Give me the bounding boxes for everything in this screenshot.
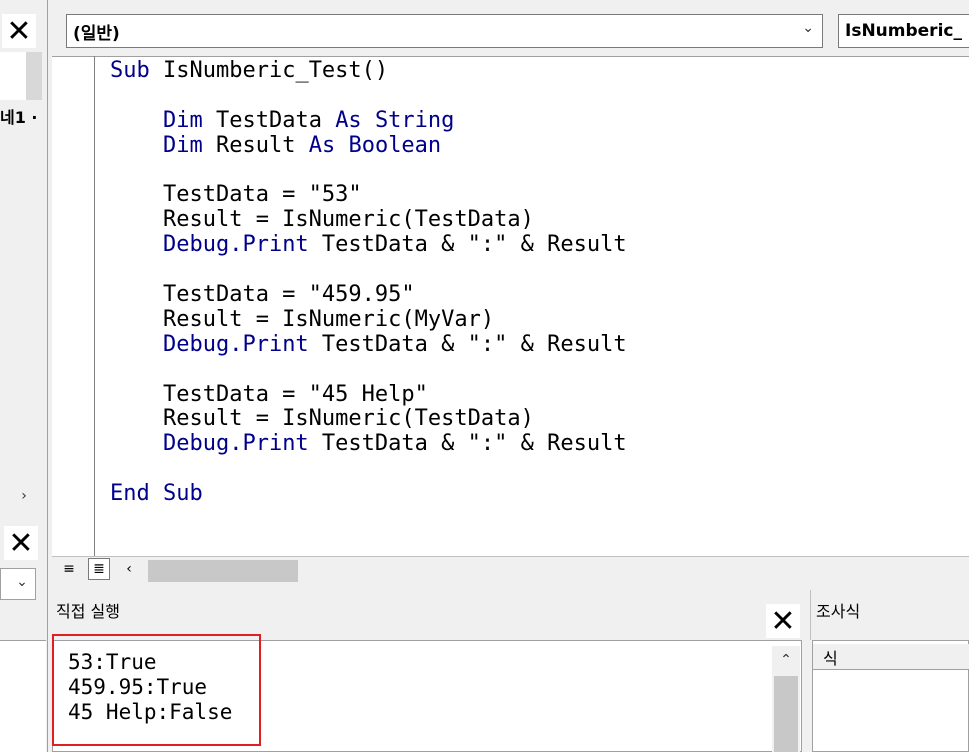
full-module-view-icon[interactable]: ≣ xyxy=(88,558,110,580)
chevron-left-icon[interactable]: ‹ xyxy=(118,558,140,580)
code-line[interactable]: TestData = "459.95" xyxy=(110,282,627,308)
chevron-up-icon[interactable]: ⌃ xyxy=(776,650,796,670)
code-keyword: As xyxy=(335,107,362,133)
code-line[interactable]: Dim Result As Boolean xyxy=(110,132,627,159)
code-line[interactable]: Result = IsNumeric(TestData) xyxy=(110,207,627,233)
code-line[interactable]: Debug.Print TestData & ":" & Result xyxy=(110,331,627,358)
horizontal-scroll-thumb[interactable] xyxy=(148,560,298,582)
code-line[interactable]: TestData = "53" xyxy=(110,183,627,208)
code-keyword: String xyxy=(374,107,455,133)
code-line[interactable]: Result = IsNumeric(MyVar) xyxy=(110,306,627,333)
chevron-right-icon[interactable]: › xyxy=(12,484,36,508)
code-token: TestData = "459.95" xyxy=(110,282,415,308)
code-line[interactable]: TestData = "45 Help" xyxy=(110,381,627,408)
project-tree[interactable] xyxy=(0,52,26,100)
code-keyword: End Sub xyxy=(110,481,203,507)
code-line[interactable] xyxy=(110,457,627,482)
project-tree-item[interactable]: 네1 · xyxy=(0,104,38,128)
object-combo-value: (일반) xyxy=(73,23,120,44)
procedure-combo[interactable]: IsNumberic_ xyxy=(838,14,969,48)
code-line[interactable]: Dim TestData As String xyxy=(110,107,627,134)
code-token: TestData & ":" & Result xyxy=(308,431,627,457)
code-token: Result = IsNumeric(MyVar) xyxy=(110,306,495,332)
code-keyword: Debug.Print xyxy=(162,232,309,258)
code-token: Result = IsNumeric(TestData) xyxy=(110,406,534,432)
code-keyword: Boolean xyxy=(348,132,442,158)
code-line[interactable] xyxy=(110,84,627,109)
procedure-view-icon[interactable]: ≡ xyxy=(58,558,80,580)
immediate-window-header xyxy=(52,590,810,640)
code-token: TestData = "53" xyxy=(110,182,362,208)
code-token: TestData & ":" & Result xyxy=(308,331,627,357)
watch-column-header[interactable]: 식 xyxy=(813,644,969,670)
chevron-down-icon[interactable]: ⌄ xyxy=(12,572,32,592)
code-line[interactable]: Debug.Print TestData & ":" & Result xyxy=(110,431,627,457)
code-line[interactable]: Result = IsNumeric(TestData) xyxy=(110,407,627,432)
code-token: IsNumberic_Test() xyxy=(149,58,389,83)
highlight-box xyxy=(52,634,261,746)
project-scrollbar[interactable] xyxy=(26,52,42,100)
immediate-window-title: 직접 실행 xyxy=(56,602,120,621)
code-token: Result xyxy=(202,132,309,158)
code-keyword: Dim xyxy=(162,107,203,133)
code-line[interactable] xyxy=(110,258,627,283)
watch-window-title: 조사식 xyxy=(816,602,861,621)
code-line[interactable]: Sub IsNumberic_Test() xyxy=(110,58,627,84)
code-keyword: Sub xyxy=(110,58,150,83)
code-line[interactable]: End Sub xyxy=(110,481,627,507)
code-token: TestData xyxy=(202,107,336,133)
code-line[interactable]: Debug.Print TestData & ":" & Result xyxy=(110,232,627,258)
code-line[interactable] xyxy=(110,159,627,184)
properties-close-button[interactable]: ✕ xyxy=(4,526,38,561)
code-keyword: Dim xyxy=(162,132,203,158)
code-keyword: Debug.Print xyxy=(162,431,309,457)
project-close-button[interactable]: ✕ xyxy=(2,14,36,49)
code-token: Result = IsNumeric(TestData) xyxy=(110,207,534,233)
code-token: TestData & ":" & Result xyxy=(308,232,627,258)
procedure-combo-value: IsNumberic_ xyxy=(845,21,962,41)
chevron-down-icon: ⌄ xyxy=(802,20,814,36)
object-combo[interactable]: (일반) ⌄ xyxy=(66,14,823,48)
code-keyword: As xyxy=(308,132,336,158)
code-keyword: Debug.Print xyxy=(162,331,309,357)
properties-grid[interactable] xyxy=(0,640,46,752)
code-text[interactable]: Sub IsNumberic_Test() Dim TestData As St… xyxy=(110,58,627,507)
immediate-close-button[interactable]: ✕ xyxy=(766,604,800,639)
vertical-scroll-thumb[interactable] xyxy=(774,676,798,752)
code-token: TestData = "45 Help" xyxy=(110,381,428,407)
code-line[interactable] xyxy=(110,358,627,383)
margin-indicator-bar xyxy=(94,56,95,556)
watch-column-expression: 식 xyxy=(823,648,838,668)
